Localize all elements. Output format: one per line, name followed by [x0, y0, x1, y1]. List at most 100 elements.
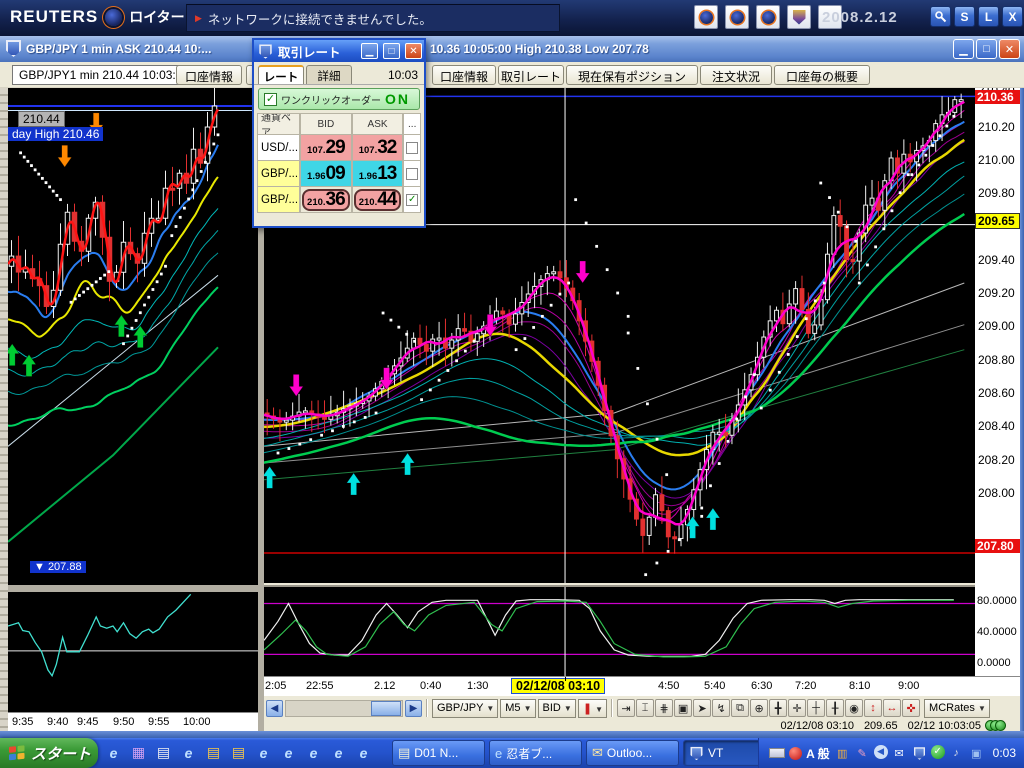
ie-icon[interactable]: e [304, 741, 323, 764]
left-chart-panel[interactable]: 210.44 day High 210.46 ▼ 207.88 [8, 88, 258, 585]
timeframe-dropdown[interactable]: M5 ▼ [500, 698, 536, 718]
wrench-button[interactable] [930, 6, 951, 27]
main-window-title: 10.36 10:05:00 High 210.38 Low 207.78 [430, 42, 649, 56]
crosshair-icon[interactable]: ✛ [788, 699, 807, 717]
start-button[interactable]: スタート [0, 738, 98, 768]
dialog-close-button[interactable]: ✕ [405, 43, 422, 59]
s-button[interactable]: S [954, 6, 975, 27]
task-buttons: ▤ D01 N... e 忍者ブ... ✉ Outloo... VT [392, 740, 776, 766]
horizontal-measure-icon[interactable]: ↔ [883, 699, 902, 717]
bid-price-button[interactable]: 210.36 [300, 187, 352, 213]
speaker-icon[interactable]: ♪ [948, 745, 965, 762]
mcrates-dropdown[interactable]: MCRates ▼ [924, 698, 990, 718]
scroll-left-button[interactable]: ◀ [266, 699, 283, 717]
crosshair-dot-icon[interactable]: ╋ [769, 699, 788, 717]
dialog-titlebar[interactable]: 取引レート ▁ □ ✕ [254, 40, 424, 62]
ie-icon[interactable]: e [254, 741, 273, 764]
row-checkbox[interactable] [406, 141, 419, 154]
chart-scrollbar[interactable] [285, 699, 403, 717]
bid-price-button[interactable]: 1.9609 [300, 161, 352, 187]
snap-to-line-icon[interactable]: ⇥ [617, 699, 636, 717]
ask-price-button[interactable]: 107.32 [351, 135, 404, 161]
crest-button[interactable] [787, 5, 811, 29]
quote-box-icon[interactable]: ▣ [674, 699, 693, 717]
minimize-button[interactable]: ▁ [953, 39, 974, 59]
antivirus-check-icon[interactable]: ✓ [930, 744, 945, 759]
row-checkbox[interactable]: ✓ [406, 193, 419, 206]
left-oscillator-panel[interactable] [8, 592, 258, 712]
zoom-in-icon[interactable]: ⊕ [750, 699, 769, 717]
dialog-maximize-button[interactable]: □ [383, 43, 400, 59]
app-titlebar[interactable]: GBP/JPY 1 min ASK 210.44 10:... 10.36 10… [0, 36, 1024, 62]
panel-splitter[interactable] [8, 585, 258, 592]
brush-icon[interactable]: ✎ [854, 745, 871, 762]
gbpjpy-1min-oscillator[interactable] [8, 592, 258, 712]
scrollbar-thumb[interactable] [371, 700, 401, 716]
ie-icon[interactable]: e [179, 741, 198, 764]
docked-edge-grip[interactable] [0, 88, 8, 731]
reuters-coin-button[interactable] [725, 5, 749, 29]
row-checkbox[interactable] [406, 167, 419, 180]
x-button[interactable]: X [1002, 6, 1023, 27]
ie-icon[interactable]: e [104, 741, 123, 764]
tile-windows-icon[interactable]: ⧉ [731, 699, 750, 717]
crosshair-track-icon[interactable]: ╂ [826, 699, 845, 717]
toolbox-icon[interactable]: ▥ [834, 745, 851, 762]
dialog-minimize-button[interactable]: ▁ [361, 43, 378, 59]
candle-style-dropdown[interactable]: ❚ ▼ [577, 698, 608, 718]
maximize-button[interactable]: □ [976, 39, 997, 59]
ie-icon[interactable]: e [279, 741, 298, 764]
folder-icon[interactable]: ▤ [204, 741, 223, 764]
ime-language-indicator[interactable]: A 般 [806, 745, 830, 762]
chevron-icon[interactable]: ◀ [873, 744, 888, 759]
taskbar-button-[interactable]: e 忍者ブ... [489, 740, 582, 766]
keyboard-icon[interactable] [769, 748, 786, 758]
measure-cross-icon[interactable]: ✜ [902, 699, 921, 717]
vt-shield-icon[interactable] [911, 745, 928, 762]
tab-left-0[interactable]: 口座情報 [176, 65, 242, 85]
grid-icon[interactable]: ⋕ [655, 699, 674, 717]
notepad-icon[interactable]: ▤ [154, 741, 173, 764]
chart-symbol-tab[interactable]: GBP/JPY1 min 210.44 10:03:00 [12, 65, 197, 85]
time-label: 2:05 [265, 680, 287, 692]
display-icon[interactable]: ▣ [968, 745, 985, 762]
reuters-coin-button[interactable] [756, 5, 780, 29]
taskbar-button-d01n[interactable]: ▤ D01 N... [392, 740, 485, 766]
quick-launch: e ▦ ▤ e ▤ ▤ e e e e e [104, 741, 373, 764]
status-last-update: 02/12 10:03:05 [907, 719, 981, 732]
tab-main-1[interactable]: 取引レート [498, 65, 564, 85]
value-axis-icon[interactable]: ⌶ [636, 699, 655, 717]
gbpjpy-1min-chart[interactable] [8, 88, 258, 585]
ie-icon[interactable]: e [354, 741, 373, 764]
tab-main-3[interactable]: 注文状況 [700, 65, 772, 85]
tab-main-2[interactable]: 現在保有ポジション [566, 65, 698, 85]
ie-icon[interactable]: e [329, 741, 348, 764]
ask-price-button[interactable]: 210.44 [351, 187, 404, 213]
globe-icon[interactable]: ◉ [845, 699, 864, 717]
folder-icon[interactable]: ▤ [229, 741, 248, 764]
price-side-dropdown[interactable]: BID ▼ [537, 698, 576, 718]
symbol-dropdown[interactable]: GBP/JPY ▼ [432, 698, 499, 718]
stochastic-panel[interactable] [264, 585, 975, 676]
cursor-icon[interactable]: ➤ [693, 699, 712, 717]
taskbar-button-outloo[interactable]: ✉ Outloo... [586, 740, 679, 766]
one-click-checkbox[interactable]: ✓ [264, 92, 277, 106]
trend-arrows-icon[interactable]: ↯ [712, 699, 731, 717]
language-ball-icon[interactable] [789, 746, 803, 760]
gbpjpy-5min-stochastic[interactable] [264, 587, 975, 676]
media-icon[interactable]: ▦ [129, 741, 148, 764]
l-button[interactable]: L [978, 6, 999, 27]
reuters-coin-button[interactable] [694, 5, 718, 29]
tab-detail[interactable]: 詳細 [306, 65, 352, 84]
tab-main-4[interactable]: 口座毎の概要 [774, 65, 870, 85]
bid-price-button[interactable]: 107.29 [300, 135, 352, 161]
tab-main-0[interactable]: 口座情報 [432, 65, 496, 85]
mail-icon[interactable]: ✉ [891, 745, 908, 762]
crosshair-thin-icon[interactable]: ┼ [807, 699, 826, 717]
one-click-order-toggle[interactable]: ✓ ワンクリックオーダー ON [258, 88, 420, 110]
vertical-measure-icon[interactable]: ↕ [864, 699, 883, 717]
scroll-right-button[interactable]: ▶ [405, 699, 422, 717]
close-button[interactable]: ✕ [999, 39, 1020, 59]
tab-rate[interactable]: レート [258, 65, 304, 84]
ask-price-button[interactable]: 1.9613 [351, 161, 404, 187]
